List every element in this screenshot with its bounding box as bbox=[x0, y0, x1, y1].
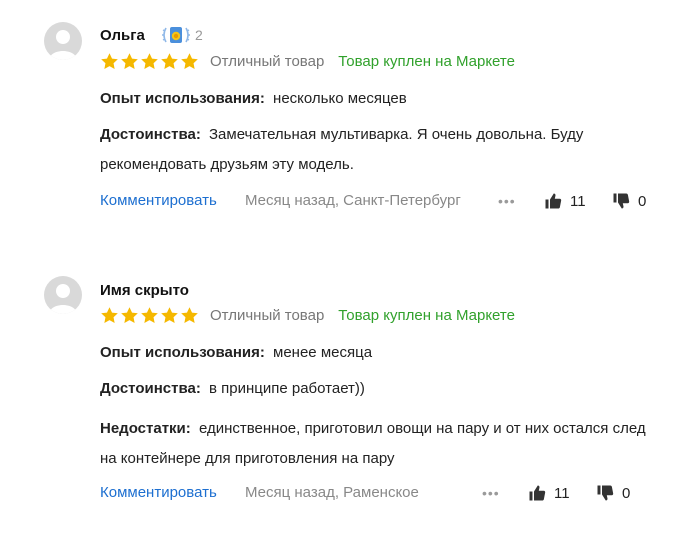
pros-label: Достоинства: bbox=[100, 126, 201, 143]
cons-label: Недостатки: bbox=[100, 420, 191, 437]
experience-value: несколько месяцев bbox=[273, 90, 407, 107]
comment-link[interactable]: Комментировать bbox=[100, 192, 217, 209]
dislike-count: 0 bbox=[622, 484, 631, 502]
experience-label: Опыт использования: bbox=[100, 90, 265, 107]
bought-on-market-label: Товар куплен на Маркете bbox=[338, 306, 515, 324]
review-meta: Месяц назад, Санкт-Петербург bbox=[245, 192, 461, 209]
achievement-badge-icon bbox=[162, 27, 190, 43]
thumbs-up-icon bbox=[545, 193, 562, 209]
review-meta: Месяц назад, Раменское bbox=[245, 484, 419, 501]
experience-value: менее месяца bbox=[273, 344, 373, 361]
star-icon bbox=[181, 52, 198, 69]
review-card: Имя скрыто Отличный товар Товар куплен н… bbox=[0, 266, 700, 526]
rating-row: Отличный товар Товар куплен на Маркете bbox=[100, 51, 515, 71]
like-count: 11 bbox=[554, 484, 570, 502]
dislike-button[interactable]: 0 bbox=[596, 484, 630, 502]
star-icon bbox=[121, 306, 138, 323]
avatar[interactable] bbox=[44, 276, 82, 314]
star-icon bbox=[101, 52, 118, 69]
star-rating bbox=[100, 306, 199, 325]
like-count: 11 bbox=[570, 192, 586, 210]
rating-text: Отличный товар bbox=[210, 52, 325, 70]
cons-field: Недостатки: единственное, приготовил ово… bbox=[100, 414, 660, 474]
dislike-count: 0 bbox=[638, 192, 647, 210]
more-options-icon[interactable]: ••• bbox=[498, 193, 516, 209]
pros-field: Достоинства: Замечательная мультиварка. … bbox=[100, 120, 660, 180]
review-card: Ольга 2 Отличный товар Товар куплен на М… bbox=[0, 0, 700, 240]
user-placeholder-icon bbox=[49, 284, 77, 314]
experience-field: Опыт использования: несколько месяцев bbox=[100, 84, 660, 114]
comment-link[interactable]: Комментировать bbox=[100, 484, 217, 501]
dislike-button[interactable]: 0 bbox=[612, 192, 646, 210]
pros-label: Достоинства: bbox=[100, 380, 201, 397]
star-icon bbox=[101, 306, 118, 323]
thumbs-down-icon bbox=[597, 485, 614, 501]
star-icon bbox=[181, 306, 198, 323]
review-footer: Комментировать Месяц назад, Санкт-Петерб… bbox=[100, 192, 660, 214]
star-icon bbox=[161, 52, 178, 69]
like-button[interactable]: 11 bbox=[544, 192, 586, 210]
experience-field: Опыт использования: менее месяца bbox=[100, 338, 660, 368]
pros-value: в принципе работает)) bbox=[209, 380, 365, 397]
bought-on-market-label: Товар куплен на Маркете bbox=[338, 52, 515, 70]
review-footer: Комментировать Месяц назад, Раменское ••… bbox=[100, 484, 660, 506]
user-placeholder-icon bbox=[49, 30, 77, 60]
author-name[interactable]: Имя скрыто bbox=[100, 282, 189, 300]
author-name[interactable]: Ольга bbox=[100, 27, 145, 45]
more-options-icon[interactable]: ••• bbox=[482, 485, 500, 501]
experience-label: Опыт использования: bbox=[100, 344, 265, 361]
avatar[interactable] bbox=[44, 22, 82, 60]
star-rating bbox=[100, 52, 199, 71]
badge-count: 2 bbox=[195, 27, 203, 43]
star-icon bbox=[141, 306, 158, 323]
thumbs-up-icon bbox=[529, 485, 546, 501]
star-icon bbox=[161, 306, 178, 323]
pros-field: Достоинства: в принципе работает)) bbox=[100, 374, 660, 404]
rating-row: Отличный товар Товар куплен на Маркете bbox=[100, 305, 515, 325]
like-button[interactable]: 11 bbox=[528, 484, 570, 502]
author-badge[interactable]: 2 bbox=[160, 24, 203, 46]
thumbs-down-icon bbox=[613, 193, 630, 209]
star-icon bbox=[121, 52, 138, 69]
star-icon bbox=[141, 52, 158, 69]
rating-text: Отличный товар bbox=[210, 306, 325, 324]
